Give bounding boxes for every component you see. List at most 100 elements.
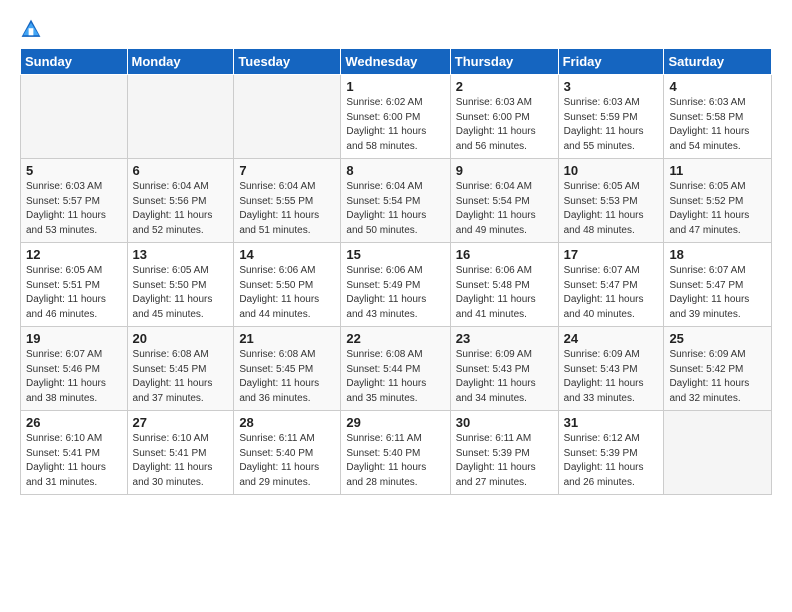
calendar-cell: 27Sunrise: 6:10 AMSunset: 5:41 PMDayligh…	[127, 411, 234, 495]
day-header-monday: Monday	[127, 49, 234, 75]
day-number: 15	[346, 247, 444, 262]
calendar-header-row: SundayMondayTuesdayWednesdayThursdayFrid…	[21, 49, 772, 75]
calendar-cell: 4Sunrise: 6:03 AMSunset: 5:58 PMDaylight…	[664, 75, 772, 159]
day-info: Sunrise: 6:09 AMSunset: 5:42 PMDaylight:…	[669, 348, 766, 406]
day-info: Sunrise: 6:02 AMSunset: 6:00 PMDaylight:…	[346, 96, 444, 154]
day-info: Sunrise: 6:08 AMSunset: 5:44 PMDaylight:…	[346, 348, 444, 406]
day-number: 23	[456, 331, 553, 346]
logo	[20, 18, 46, 40]
day-number: 3	[564, 79, 659, 94]
day-info: Sunrise: 6:08 AMSunset: 5:45 PMDaylight:…	[239, 348, 335, 406]
calendar-cell: 14 Sunrise: 6:06 AMSunset: 5:50 PMDayligh…	[234, 243, 341, 327]
day-number: 26	[26, 415, 122, 430]
calendar-cell: 25 Sunrise: 6:09 AMSunset: 5:42 PMDayligh…	[664, 327, 772, 411]
calendar-cell: 30 Sunrise: 6:11 AMSunset: 5:39 PMDayligh…	[450, 411, 558, 495]
day-info: Sunrise: 6:12 AMSunset: 5:39 PMDaylight:…	[564, 432, 659, 490]
day-number: 2	[456, 79, 553, 94]
calendar-cell: 11 Sunrise: 6:05 AMSunset: 5:52 PMDayligh…	[664, 159, 772, 243]
calendar-cell: 22 Sunrise: 6:08 AMSunset: 5:44 PMDayligh…	[341, 327, 450, 411]
day-number: 16	[456, 247, 553, 262]
calendar-cell: 5 Sunrise: 6:03 AMSunset: 5:57 PMDaylight…	[21, 159, 128, 243]
calendar-cell: 7 Sunrise: 6:04 AMSunset: 5:55 PMDaylight…	[234, 159, 341, 243]
day-header-wednesday: Wednesday	[341, 49, 450, 75]
day-info: Sunrise: 6:05 AMSunset: 5:52 PMDaylight:…	[669, 180, 766, 238]
day-header-saturday: Saturday	[664, 49, 772, 75]
day-number: 10	[564, 163, 659, 178]
day-info: Sunrise: 6:11 AMSunset: 5:40 PMDaylight:…	[346, 432, 444, 490]
day-info: Sunrise: 6:06 AMSunset: 5:49 PMDaylight:…	[346, 264, 444, 322]
calendar-cell: 28Sunrise: 6:11 AMSunset: 5:40 PMDayligh…	[234, 411, 341, 495]
day-header-thursday: Thursday	[450, 49, 558, 75]
day-info: Sunrise: 6:07 AMSunset: 5:47 PMDaylight:…	[669, 264, 766, 322]
day-info: Sunrise: 6:05 AMSunset: 5:51 PMDaylight:…	[26, 264, 122, 322]
day-number: 29	[346, 415, 444, 430]
day-header-sunday: Sunday	[21, 49, 128, 75]
day-number: 5	[26, 163, 122, 178]
day-number: 6	[133, 163, 229, 178]
day-number: 27	[133, 415, 229, 430]
day-info: Sunrise: 6:03 AMSunset: 5:58 PMDaylight:…	[669, 96, 766, 154]
calendar-cell: 2 Sunrise: 6:03 AMSunset: 6:00 PMDaylight…	[450, 75, 558, 159]
day-number: 30	[456, 415, 553, 430]
day-number: 9	[456, 163, 553, 178]
day-number: 24	[564, 331, 659, 346]
day-info: Sunrise: 6:04 AMSunset: 5:54 PMDaylight:…	[346, 180, 444, 238]
day-info: Sunrise: 6:11 AMSunset: 5:39 PMDaylight:…	[456, 432, 553, 490]
calendar-cell: 31 Sunrise: 6:12 AMSunset: 5:39 PMDayligh…	[558, 411, 664, 495]
day-info: Sunrise: 6:05 AMSunset: 5:50 PMDaylight:…	[133, 264, 229, 322]
day-info: Sunrise: 6:03 AMSunset: 5:57 PMDaylight:…	[26, 180, 122, 238]
calendar-cell: 26 Sunrise: 6:10 AMSunset: 5:41 PMDayligh…	[21, 411, 128, 495]
calendar-cell: 21 Sunrise: 6:08 AMSunset: 5:45 PMDayligh…	[234, 327, 341, 411]
day-number: 18	[669, 247, 766, 262]
calendar-cell: 29 Sunrise: 6:11 AMSunset: 5:40 PMDayligh…	[341, 411, 450, 495]
day-number: 21	[239, 331, 335, 346]
calendar-cell: 18 Sunrise: 6:07 AMSunset: 5:47 PMDayligh…	[664, 243, 772, 327]
calendar-cell: 16 Sunrise: 6:06 AMSunset: 5:48 PMDayligh…	[450, 243, 558, 327]
day-info: Sunrise: 6:10 AMSunset: 5:41 PMDaylight:…	[26, 432, 122, 490]
calendar-cell: 20Sunrise: 6:08 AMSunset: 5:45 PMDayligh…	[127, 327, 234, 411]
calendar-cell: 24 Sunrise: 6:09 AMSunset: 5:43 PMDayligh…	[558, 327, 664, 411]
calendar-cell: 12 Sunrise: 6:05 AMSunset: 5:51 PMDayligh…	[21, 243, 128, 327]
calendar-table: SundayMondayTuesdayWednesdayThursdayFrid…	[20, 48, 772, 495]
calendar-page: SundayMondayTuesdayWednesdayThursdayFrid…	[0, 0, 792, 612]
day-info: Sunrise: 6:11 AMSunset: 5:40 PMDaylight:…	[239, 432, 335, 490]
calendar-cell: 1Sunrise: 6:02 AMSunset: 6:00 PMDaylight…	[341, 75, 450, 159]
day-info: Sunrise: 6:04 AMSunset: 5:56 PMDaylight:…	[133, 180, 229, 238]
day-header-tuesday: Tuesday	[234, 49, 341, 75]
day-info: Sunrise: 6:04 AMSunset: 5:55 PMDaylight:…	[239, 180, 335, 238]
day-info: Sunrise: 6:05 AMSunset: 5:53 PMDaylight:…	[564, 180, 659, 238]
day-info: Sunrise: 6:07 AMSunset: 5:47 PMDaylight:…	[564, 264, 659, 322]
day-info: Sunrise: 6:07 AMSunset: 5:46 PMDaylight:…	[26, 348, 122, 406]
calendar-week-row: 1Sunrise: 6:02 AMSunset: 6:00 PMDaylight…	[21, 75, 772, 159]
calendar-cell	[664, 411, 772, 495]
day-number: 12	[26, 247, 122, 262]
day-number: 25	[669, 331, 766, 346]
day-info: Sunrise: 6:08 AMSunset: 5:45 PMDaylight:…	[133, 348, 229, 406]
day-number: 7	[239, 163, 335, 178]
calendar-cell: 15 Sunrise: 6:06 AMSunset: 5:49 PMDayligh…	[341, 243, 450, 327]
calendar-cell: 6 Sunrise: 6:04 AMSunset: 5:56 PMDaylight…	[127, 159, 234, 243]
day-number: 22	[346, 331, 444, 346]
day-info: Sunrise: 6:04 AMSunset: 5:54 PMDaylight:…	[456, 180, 553, 238]
calendar-week-row: 19 Sunrise: 6:07 AMSunset: 5:46 PMDayligh…	[21, 327, 772, 411]
calendar-cell	[127, 75, 234, 159]
calendar-week-row: 12 Sunrise: 6:05 AMSunset: 5:51 PMDayligh…	[21, 243, 772, 327]
day-info: Sunrise: 6:03 AMSunset: 6:00 PMDaylight:…	[456, 96, 553, 154]
calendar-cell: 10 Sunrise: 6:05 AMSunset: 5:53 PMDayligh…	[558, 159, 664, 243]
calendar-cell: 8Sunrise: 6:04 AMSunset: 5:54 PMDaylight…	[341, 159, 450, 243]
day-number: 19	[26, 331, 122, 346]
calendar-cell: 19 Sunrise: 6:07 AMSunset: 5:46 PMDayligh…	[21, 327, 128, 411]
day-number: 13	[133, 247, 229, 262]
calendar-cell	[21, 75, 128, 159]
day-info: Sunrise: 6:09 AMSunset: 5:43 PMDaylight:…	[564, 348, 659, 406]
day-info: Sunrise: 6:03 AMSunset: 5:59 PMDaylight:…	[564, 96, 659, 154]
calendar-week-row: 5 Sunrise: 6:03 AMSunset: 5:57 PMDaylight…	[21, 159, 772, 243]
day-number: 17	[564, 247, 659, 262]
day-number: 31	[564, 415, 659, 430]
calendar-cell: 9 Sunrise: 6:04 AMSunset: 5:54 PMDaylight…	[450, 159, 558, 243]
day-info: Sunrise: 6:06 AMSunset: 5:48 PMDaylight:…	[456, 264, 553, 322]
day-header-friday: Friday	[558, 49, 664, 75]
day-info: Sunrise: 6:06 AMSunset: 5:50 PMDaylight:…	[239, 264, 335, 322]
day-number: 14	[239, 247, 335, 262]
day-number: 11	[669, 163, 766, 178]
